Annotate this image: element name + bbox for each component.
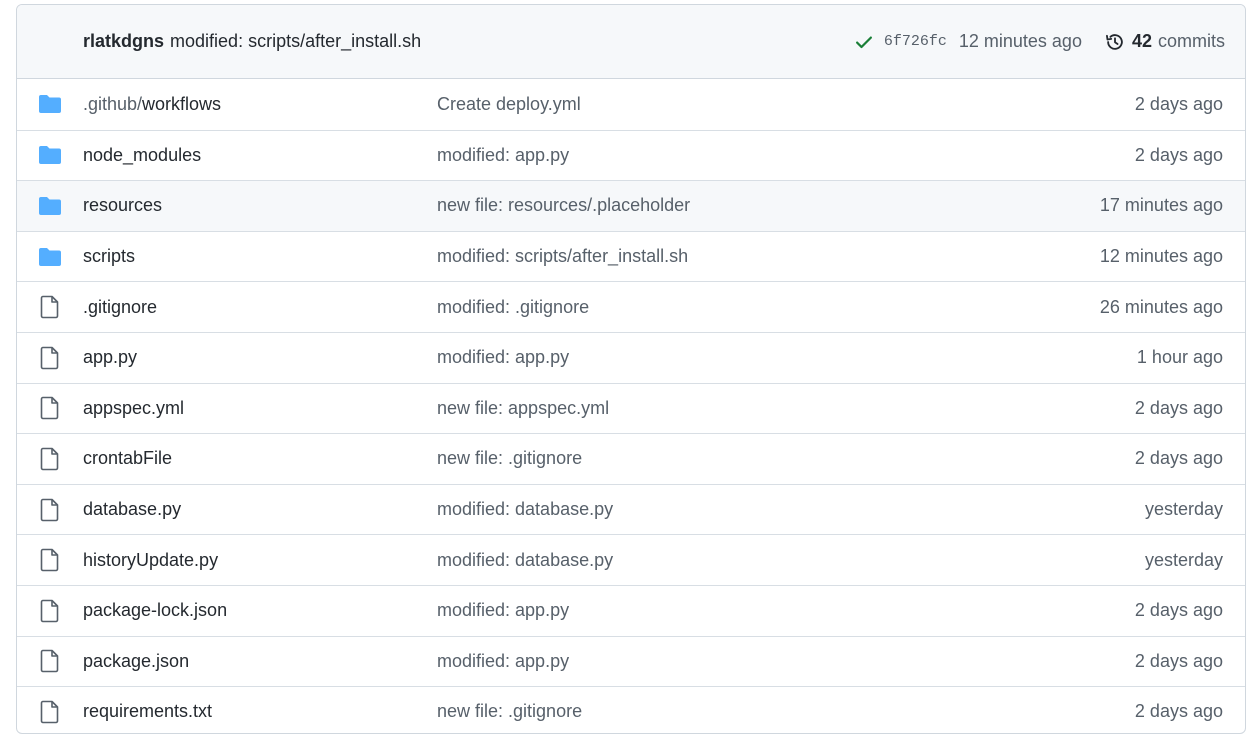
file-row[interactable]: resources new file: resources/.placeholde… bbox=[17, 180, 1245, 231]
commit-message-link[interactable]: new file: .gitignore bbox=[437, 701, 1135, 722]
file-icon bbox=[37, 295, 63, 319]
file-name-text: package-lock.json bbox=[83, 600, 228, 621]
commit-age: 1 hour ago bbox=[1136, 347, 1223, 368]
commit-age: 2 days ago bbox=[1134, 397, 1223, 418]
commits-history-link[interactable]: 42 commits bbox=[1104, 31, 1225, 53]
file-name-text: appspec.yml bbox=[83, 397, 185, 418]
commit-meta: 6f726fc 12 minutes ago 42 commits bbox=[854, 31, 1225, 53]
commit-age: yesterday bbox=[1144, 549, 1223, 570]
file-icon bbox=[37, 700, 63, 724]
file-row[interactable]: database.py modified: database.py yesterda… bbox=[17, 483, 1245, 535]
file-name-link[interactable]: requirements.txt bbox=[83, 701, 437, 722]
folder-icon bbox=[37, 143, 63, 167]
file-name-link[interactable]: app.py bbox=[83, 347, 437, 368]
file-name-prefix: .github/ bbox=[83, 93, 143, 114]
file-row[interactable]: app.py modified: app.py 1 hour ago bbox=[17, 331, 1245, 383]
commit-age: 12 minutes ago bbox=[1099, 246, 1223, 267]
file-icon bbox=[37, 346, 63, 370]
latest-commit-bar: rlatkdgns modified: scripts/after_instal… bbox=[17, 5, 1245, 79]
file-name-link[interactable]: scripts bbox=[83, 246, 437, 267]
commit-time: 12 minutes ago bbox=[958, 31, 1082, 51]
file-icon bbox=[37, 498, 63, 522]
commit-author-link[interactable]: rlatkdgns bbox=[83, 31, 164, 52]
commit-sha-link[interactable]: 6f726fc bbox=[884, 33, 947, 50]
commit-message-link[interactable]: modified: app.py bbox=[437, 347, 1137, 368]
commit-message-link[interactable]: Create deploy.yml bbox=[437, 94, 1135, 115]
file-name-link[interactable]: package-lock.json bbox=[83, 600, 437, 621]
folder-icon bbox=[37, 92, 63, 116]
file-name-link[interactable]: database.py bbox=[83, 499, 437, 520]
commit-age: 2 days ago bbox=[1134, 600, 1223, 621]
file-icon bbox=[37, 447, 63, 471]
file-name-link[interactable]: historyUpdate.py bbox=[83, 550, 437, 571]
commit-message-link[interactable]: modified: scripts/after_install.sh bbox=[170, 31, 421, 52]
file-name-link[interactable]: appspec.yml bbox=[83, 398, 437, 419]
folder-icon bbox=[37, 245, 63, 269]
commit-message-link[interactable]: new file: resources/.placeholder bbox=[437, 195, 1100, 216]
commit-age: 2 days ago bbox=[1134, 93, 1223, 114]
commit-message-link[interactable]: modified: app.py bbox=[437, 651, 1135, 672]
file-row[interactable]: historyUpdate.py modified: database.py yes… bbox=[17, 534, 1245, 585]
file-name-link[interactable]: package.json bbox=[83, 651, 437, 672]
file-row[interactable]: appspec.yml new file: appspec.yml 2 days a… bbox=[17, 382, 1245, 434]
commit-age: 2 days ago bbox=[1134, 144, 1223, 165]
commits-label: commits bbox=[1158, 31, 1225, 51]
commit-age: 2 days ago bbox=[1134, 448, 1223, 469]
file-icon bbox=[37, 548, 63, 572]
file-row[interactable]: crontabFile new file: .gitignore 2 days ag… bbox=[17, 433, 1245, 484]
commit-message-link[interactable]: modified: database.py bbox=[437, 499, 1145, 520]
file-name-text: package.json bbox=[83, 650, 190, 671]
file-row[interactable]: .gitignore modified: .gitignore 26 minutes… bbox=[17, 281, 1245, 332]
file-icon bbox=[37, 649, 63, 673]
file-row[interactable]: scripts modified: scripts/after_install.s… bbox=[17, 230, 1245, 282]
file-name-text: crontabFile bbox=[83, 448, 173, 469]
file-row[interactable]: package-lock.json modified: app.py 2 days … bbox=[17, 584, 1245, 636]
file-name-link[interactable]: .github/workflows bbox=[83, 94, 437, 115]
file-name-text: resources bbox=[83, 195, 163, 216]
file-list: .github/workflows Create deploy.yml 2 days… bbox=[17, 79, 1245, 733]
commits-count: 42 bbox=[1131, 31, 1152, 51]
file-name-text: app.py bbox=[83, 347, 138, 368]
commit-message-link[interactable]: new file: appspec.yml bbox=[437, 398, 1135, 419]
commit-age: 2 days ago bbox=[1134, 701, 1223, 722]
file-row[interactable]: package.json modified: app.py 2 days ago bbox=[17, 635, 1245, 687]
commit-age: yesterday bbox=[1144, 499, 1223, 520]
file-icon bbox=[37, 396, 63, 420]
file-name-link[interactable]: node_modules bbox=[83, 145, 437, 166]
file-icon bbox=[37, 599, 63, 623]
file-row[interactable]: node_modules modified: app.py 2 days ago bbox=[17, 129, 1245, 181]
file-name-text: historyUpdate.py bbox=[83, 549, 219, 570]
file-name-text: scripts bbox=[83, 246, 136, 267]
history-icon bbox=[1105, 33, 1123, 50]
commit-message-link[interactable]: modified: scripts/after_install.sh bbox=[437, 246, 1100, 267]
file-row[interactable]: requirements.txt new file: .gitignore 2 da… bbox=[17, 686, 1245, 733]
commit-message-link[interactable]: modified: .gitignore bbox=[437, 297, 1100, 318]
check-icon[interactable] bbox=[854, 32, 874, 52]
commit-message-link[interactable]: modified: app.py bbox=[437, 600, 1135, 621]
commit-age: 2 days ago bbox=[1134, 650, 1223, 671]
file-name-link[interactable]: crontabFile bbox=[83, 448, 437, 469]
commit-age: 17 minutes ago bbox=[1099, 195, 1223, 216]
file-name-text: database.py bbox=[83, 499, 182, 520]
commit-message-link[interactable]: modified: database.py bbox=[437, 550, 1145, 571]
commit-message-link[interactable]: modified: app.py bbox=[437, 145, 1135, 166]
file-name-link[interactable]: .gitignore bbox=[83, 297, 437, 318]
commit-age: 26 minutes ago bbox=[1099, 296, 1223, 317]
commit-message-link[interactable]: new file: .gitignore bbox=[437, 448, 1135, 469]
file-name-text: requirements.txt bbox=[83, 701, 213, 722]
folder-icon bbox=[37, 194, 63, 218]
file-browser: rlatkdgns modified: scripts/after_instal… bbox=[16, 4, 1246, 734]
file-row[interactable]: .github/workflows Create deploy.yml 2 days… bbox=[17, 79, 1245, 130]
file-name-link[interactable]: resources bbox=[83, 195, 437, 216]
file-name-text: .gitignore bbox=[83, 296, 158, 317]
file-name-text: workflows bbox=[142, 93, 222, 114]
file-name-text: node_modules bbox=[83, 144, 202, 165]
